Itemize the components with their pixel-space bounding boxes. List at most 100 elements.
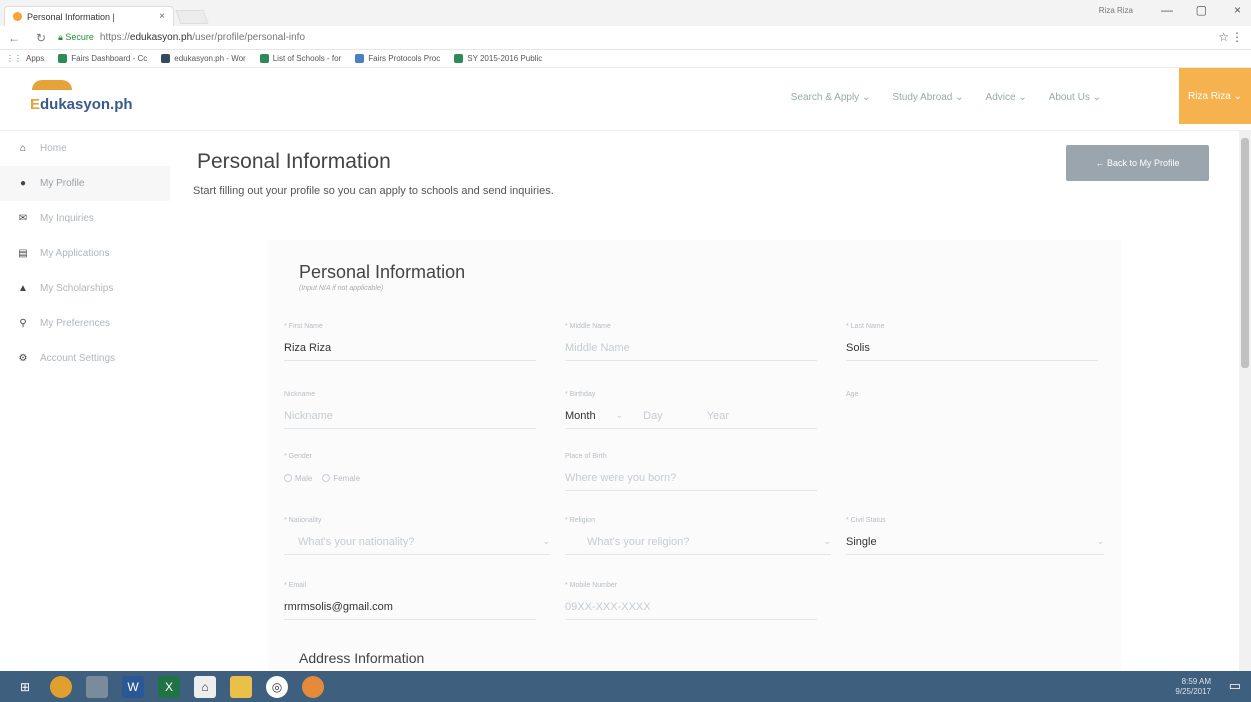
gender-female-radio[interactable]: Female <box>322 474 360 483</box>
nav-study-abroad[interactable]: Study Abroad ⌄ <box>892 92 963 103</box>
close-window-icon[interactable]: × <box>1234 3 1241 17</box>
sidebar-item-my-applications[interactable]: ▤ My Applications <box>0 236 170 271</box>
sheets-icon <box>454 54 464 63</box>
reload-icon[interactable]: ↻ <box>36 31 46 45</box>
sidebar-item-label: My Scholarships <box>40 283 114 294</box>
nationality-select[interactable]: What's your nationality? ⌄ <box>284 529 550 555</box>
top-nav: Search & Apply ⌄ Study Abroad ⌄ Advice ⌄… <box>791 92 1101 103</box>
gear-icon: ⚙ <box>18 353 28 364</box>
system-tray-clock[interactable]: 8:59 AM 9/25/2017 <box>1175 677 1211 697</box>
chrome-active-icon[interactable] <box>302 675 324 698</box>
nickname-field: Nickname Nickname <box>284 391 536 429</box>
url-field[interactable]: https://edukasyon.ph/user/profile/person… <box>100 32 305 43</box>
sidebar-item-label: My Preferences <box>40 318 111 329</box>
url-path: /user/profile/personal-info <box>192 32 306 43</box>
tab-title: Personal Information | <box>27 11 115 22</box>
address-section-heading: Address Information <box>299 650 425 666</box>
sidebar-item-label: My Profile <box>40 178 85 189</box>
first-name-input[interactable]: Riza Riza <box>284 335 536 361</box>
civil-status-field: * Civil Status Single ⌄ <box>846 517 1104 555</box>
favicon-icon <box>13 12 22 21</box>
nationality-field: * Nationality What's your nationality? ⌄ <box>284 517 550 555</box>
scrollbar-thumb[interactable] <box>1241 138 1249 368</box>
secure-lock-icon[interactable]: 🔒︎ Secure <box>58 32 94 43</box>
birth-month-select[interactable]: Month <box>565 410 596 422</box>
bookmarks-bar: ⋮⋮ Apps Fairs Dashboard - Cc edukasyon.ph… <box>0 50 1251 68</box>
sidebar-item-home[interactable]: ⌂ Home <box>0 131 170 166</box>
file-explorer-icon[interactable] <box>86 675 108 698</box>
birth-day-select[interactable]: Day <box>643 410 663 422</box>
logo-text: dukasyon.ph <box>40 96 133 113</box>
bookmark-fairs-dashboard[interactable]: Fairs Dashboard - Cc <box>58 54 147 63</box>
religion-select[interactable]: What's your religion? ⌄ <box>565 529 831 555</box>
sidebar-item-label: My Inquiries <box>40 213 94 224</box>
windows-start-icon[interactable]: ⊞ <box>14 676 36 698</box>
bookmark-apps[interactable]: ⋮⋮ Apps <box>6 54 44 63</box>
sidebar-item-my-preferences[interactable]: ⚲ My Preferences <box>0 306 170 341</box>
clock-date: 9/25/2017 <box>1175 687 1211 696</box>
bookmark-star-icon[interactable]: ☆ <box>1218 30 1229 44</box>
user-menu-button[interactable]: Riza Riza ⌄ <box>1179 68 1251 124</box>
field-label: * Nationality <box>284 517 322 524</box>
sidebar-item-label: Home <box>40 143 67 154</box>
gender-male-radio[interactable]: Male <box>284 474 312 483</box>
chrome-icon[interactable] <box>50 675 72 698</box>
word-icon[interactable]: W <box>122 675 144 698</box>
edukasyon-logo[interactable]: Edukasyon.ph <box>30 80 133 113</box>
field-label: * First Name <box>284 323 323 330</box>
civil-status-select[interactable]: Single ⌄ <box>846 529 1104 555</box>
place-of-birth-input[interactable]: Where were you born? <box>565 465 817 491</box>
notification-icon[interactable]: ▭ <box>1229 678 1241 694</box>
field-label: * Gender <box>284 453 313 460</box>
clock-time: 8:59 AM <box>1181 677 1211 686</box>
mobile-number-input[interactable]: 09XX-XXX-XXXX <box>565 594 817 620</box>
bookmark-edukasyon[interactable]: edukasyon.ph - Wor <box>161 54 246 63</box>
store-icon[interactable]: ⌂ <box>194 675 216 698</box>
nickname-input[interactable]: Nickname <box>284 403 536 429</box>
windows-taskbar: ⊞ W X ⌂ ◎ 8:59 AM 9/25/2017 ▭ <box>0 671 1251 702</box>
religion-field: * Religion What's your religion? ⌄ <box>565 517 831 555</box>
back-to-profile-button[interactable]: ← Back to My Profile <box>1066 145 1209 181</box>
bookmark-sy-public[interactable]: SY 2015-2016 Public <box>454 54 542 63</box>
form-title: Personal Information <box>299 262 466 282</box>
birth-year-select[interactable]: Year <box>707 410 729 422</box>
browser-user-label[interactable]: Riza Riza <box>1099 6 1133 15</box>
bookmark-label: edukasyon.ph - Wor <box>174 54 246 63</box>
new-tab-button[interactable] <box>175 10 209 24</box>
graduation-cap-icon: ▲ <box>18 283 28 294</box>
bookmark-list-of-schools[interactable]: List of Schools - for <box>259 54 341 63</box>
excel-icon[interactable]: X <box>158 675 180 698</box>
search-icon: ⚲ <box>19 318 27 329</box>
browser-tab[interactable]: Personal Information | × <box>4 6 174 26</box>
tab-close-icon[interactable]: × <box>159 11 165 22</box>
restore-icon[interactable]: ▢ <box>1196 3 1207 17</box>
url-host: edukasyon.ph <box>129 32 193 43</box>
sticky-notes-icon[interactable] <box>230 675 252 698</box>
sidebar-item-my-profile[interactable]: ● My Profile <box>0 166 170 201</box>
browser-menu-icon[interactable]: ⋮ <box>1231 30 1243 44</box>
age-value <box>846 403 1098 429</box>
app-icon[interactable]: ◎ <box>266 675 288 698</box>
sidebar-item-account-settings[interactable]: ⚙ Account Settings <box>0 341 170 376</box>
field-label: * Email <box>284 582 307 589</box>
minimize-icon[interactable]: — <box>1161 3 1173 17</box>
first-name-field: * First Name Riza Riza <box>284 323 536 361</box>
back-arrow-icon[interactable]: ← <box>8 31 20 45</box>
bookmark-fairs-protocols[interactable]: Fairs Protocols Proc <box>355 54 440 63</box>
field-label: * Civil Status <box>846 517 886 524</box>
field-label: Nickname <box>284 391 316 398</box>
chevron-down-icon: ⌄ <box>1096 536 1104 546</box>
sidebar-item-my-inquiries[interactable]: ✉ My Inquiries <box>0 201 170 236</box>
nav-search-apply[interactable]: Search & Apply ⌄ <box>791 92 871 103</box>
middle-name-input[interactable]: Middle Name <box>565 335 817 361</box>
email-input[interactable]: rmrmsolis@gmail.com <box>284 594 536 620</box>
radio-icon <box>322 474 331 482</box>
chevron-down-icon: ⌄ <box>542 536 550 546</box>
last-name-input[interactable]: Solis <box>846 335 1098 361</box>
nav-advice[interactable]: Advice ⌄ <box>986 92 1027 103</box>
docs-icon <box>355 54 365 63</box>
sidebar-item-my-scholarships[interactable]: ▲ My Scholarships <box>0 271 170 306</box>
nav-about-us[interactable]: About Us ⌄ <box>1049 92 1101 103</box>
sidebar-item-label: Account Settings <box>40 353 116 364</box>
chevron-down-icon: ⌄ <box>615 410 624 420</box>
